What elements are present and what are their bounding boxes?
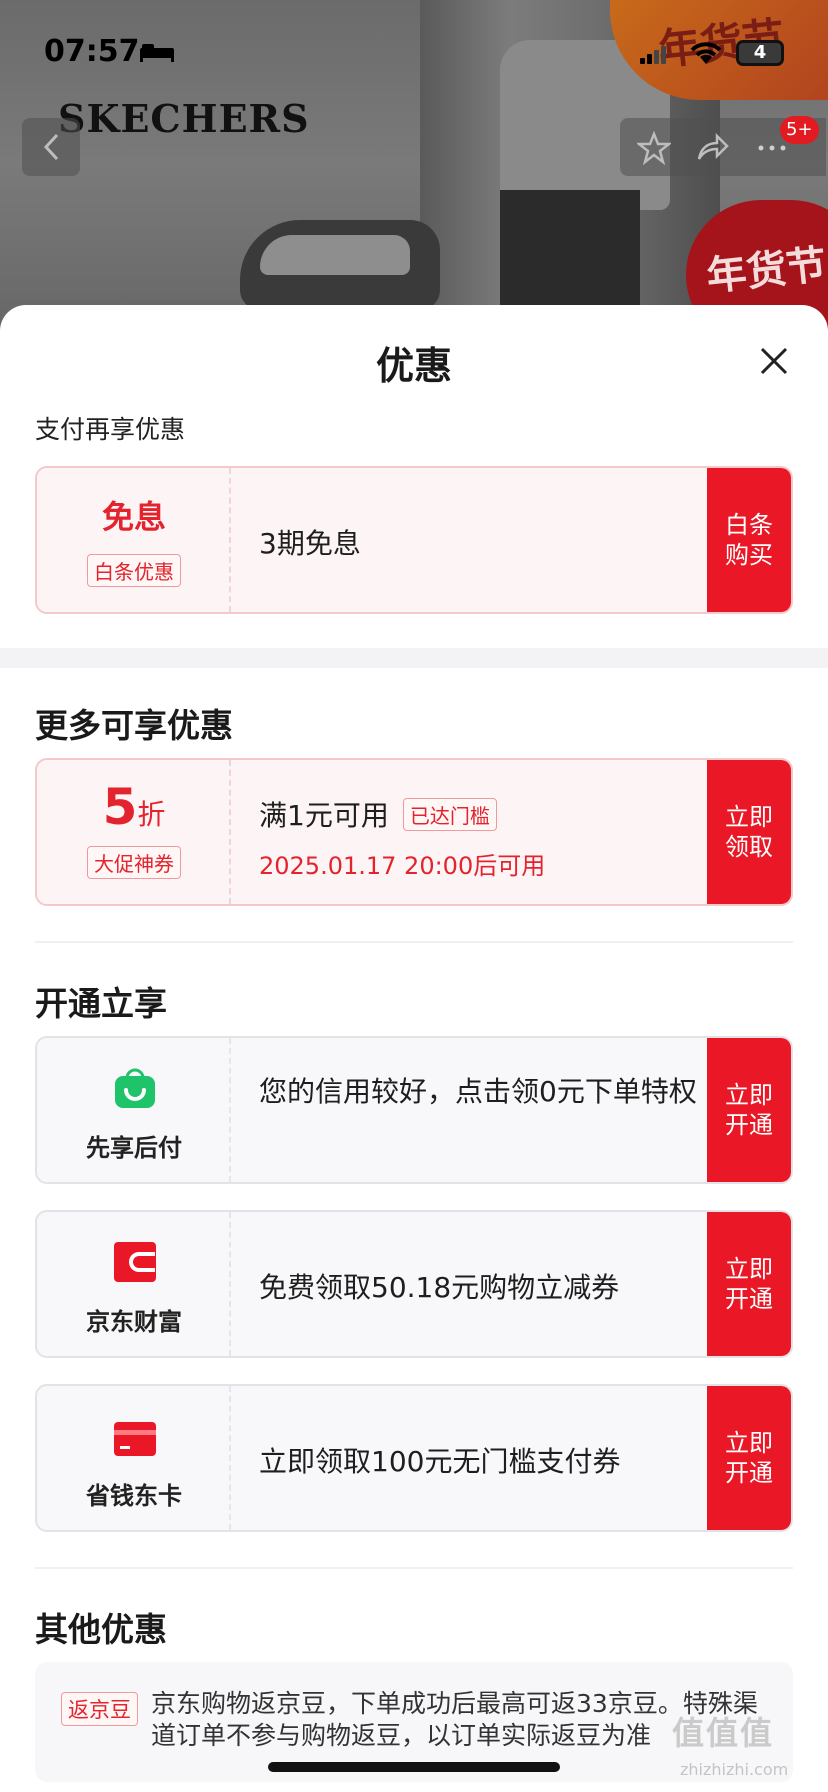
cta-line2: 开通 <box>725 1459 773 1487</box>
interest-free-title: 免息 <box>101 498 166 536</box>
brand-logo: SKECHERS <box>58 96 310 141</box>
card-left: 先享后付 <box>37 1038 231 1182</box>
card-mid: 立即领取100元无门槛支付券 <box>259 1386 695 1530</box>
open-item-label: 先享后付 <box>86 1134 182 1162</box>
jingdou-tag: 返京豆 <box>61 1692 138 1726</box>
open-item-card: 京东财富 免费领取50.18元购物立减券 立即 开通 <box>35 1210 793 1358</box>
open-item-card: 先享后付 您的信用较好，点击领0元下单特权 立即 开通 <box>35 1036 793 1184</box>
card-left: 5折 大促神券 <box>37 760 231 904</box>
share-icon <box>697 132 729 160</box>
close-icon[interactable] <box>754 341 794 381</box>
baitiao-tag: 白条优惠 <box>87 554 181 587</box>
sneaker-sole <box>260 235 410 275</box>
cta-line1: 立即 <box>725 1081 773 1109</box>
installment-text: 3期免息 <box>259 527 361 560</box>
back-button[interactable] <box>22 118 80 176</box>
coupon-valid-date: 2025.01.17 20:00后可用 <box>259 852 546 880</box>
chevron-left-icon <box>43 133 59 161</box>
open-item-label: 京东财富 <box>86 1308 182 1336</box>
open-item-label: 省钱东卡 <box>86 1482 182 1510</box>
section-divider <box>35 1567 793 1569</box>
home-indicator <box>268 1762 560 1772</box>
status-time: 07:57 <box>44 34 140 69</box>
sleep-mode-icon <box>140 44 174 62</box>
battery-icon: 4 <box>736 40 784 66</box>
other-section-title: 其他优惠 <box>35 1610 167 1649</box>
more-section-title: 更多可享优惠 <box>35 706 233 745</box>
open-item-card: 省钱东卡 立即领取100元无门槛支付券 立即 开通 <box>35 1384 793 1532</box>
discount-sheet: 优惠 支付再享优惠 免息 白条优惠 3期免息 白条 购买 更多可享优惠 5折 大促… <box>0 305 828 1792</box>
section-divider <box>35 941 793 943</box>
promo-coupon-tag: 大促神券 <box>87 846 181 879</box>
red-card-icon <box>114 1422 156 1456</box>
favorite-button[interactable] <box>636 130 672 166</box>
wifi-icon <box>690 42 722 64</box>
festival-text-badge: 年货节 <box>704 240 828 301</box>
claim-coupon-button[interactable]: 立即 领取 <box>707 760 791 904</box>
cta-line2: 开通 <box>725 1285 773 1313</box>
discount-unit: 折 <box>137 798 166 831</box>
open-button[interactable]: 立即 开通 <box>707 1212 791 1356</box>
card-mid: 3期免息 <box>259 468 695 612</box>
cta-line2: 购买 <box>725 541 773 569</box>
interest-free-card: 免息 白条优惠 3期免息 白条 购买 <box>35 466 793 614</box>
cta-line1: 白条 <box>725 511 773 539</box>
card-left: 京东财富 <box>37 1212 231 1356</box>
red-wallet-icon <box>114 1242 156 1282</box>
baitiao-buy-button[interactable]: 白条 购买 <box>707 468 791 612</box>
open-item-text: 您的信用较好，点击领0元下单特权 <box>259 1075 697 1108</box>
card-left: 免息 白条优惠 <box>37 468 231 612</box>
discount-number: 5 <box>102 778 138 836</box>
cta-line1: 立即 <box>725 1255 773 1283</box>
share-button[interactable] <box>694 130 730 166</box>
pay-section-label: 支付再享优惠 <box>35 415 186 444</box>
star-icon <box>637 131 671 165</box>
notification-badge: 5+ <box>780 116 819 144</box>
green-bag-icon <box>115 1068 155 1108</box>
cta-line2: 领取 <box>725 833 773 861</box>
watermark-url: zhizhizhi.com <box>680 1760 789 1779</box>
card-left: 省钱东卡 <box>37 1386 231 1530</box>
open-button[interactable]: 立即 开通 <box>707 1386 791 1530</box>
section-divider <box>0 648 828 668</box>
sheet-title: 优惠 <box>375 344 452 388</box>
card-mid: 免费领取50.18元购物立减券 <box>259 1212 695 1356</box>
open-button[interactable]: 立即 开通 <box>707 1038 791 1182</box>
watermark: 值值值 <box>672 1714 775 1752</box>
cta-line1: 立即 <box>725 1429 773 1457</box>
card-mid: 满1元可用 已达门槛 2025.01.17 20:00后可用 <box>259 760 695 904</box>
coupon-condition: 满1元可用 <box>259 799 389 832</box>
open-item-text: 免费领取50.18元购物立减券 <box>259 1271 620 1304</box>
threshold-reached-tag: 已达门槛 <box>402 797 497 831</box>
cta-line1: 立即 <box>725 803 773 831</box>
cta-line2: 开通 <box>725 1111 773 1139</box>
cell-signal-icon <box>640 46 666 64</box>
coupon-card: 5折 大促神券 满1元可用 已达门槛 2025.01.17 20:00后可用 立… <box>35 758 793 906</box>
open-section-title: 开通立享 <box>35 984 167 1023</box>
card-mid: 您的信用较好，点击领0元下单特权 <box>259 1038 697 1182</box>
open-item-text: 立即领取100元无门槛支付券 <box>259 1445 621 1478</box>
